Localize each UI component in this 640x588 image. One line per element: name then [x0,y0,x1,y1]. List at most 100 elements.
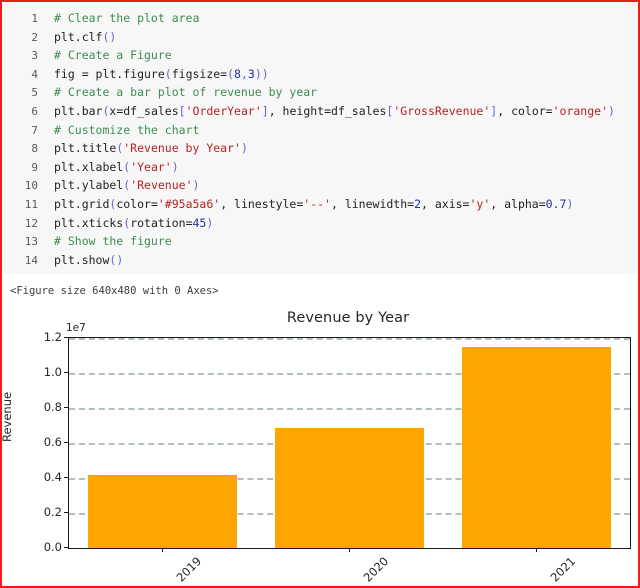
code-token-plain: plt.title [54,141,117,156]
code-token-str: 'y' [469,196,491,211]
y-axis-offset-label: 1e7 [66,322,86,334]
line-number: 6 [31,104,38,118]
code-line-text: # Show the figure [38,232,172,251]
code-token-comment: # Create a bar plot of revenue by year [54,85,318,100]
x-tick-label: 2019 [173,554,204,585]
code-line: 5 # Create a bar plot of revenue by year [4,83,638,102]
code-line: 8 plt.title('Revenue by Year') [4,139,638,158]
code-token-plain: x=df_sales [109,103,179,118]
code-lines-container: 1 # Clear the plot area 2 plt.clf() 3 # Creat… [4,9,638,269]
code-token-plain: plt.xticks [54,215,124,230]
code-token-plain: plt.bar [54,103,103,118]
code-line-text: plt.show() [38,251,123,270]
line-number: 10 [24,179,38,193]
code-line-text: plt.xticks(rotation=45) [38,214,213,233]
code-line-text: plt.title('Revenue by Year') [38,139,248,158]
code-token-punct: ) [192,178,200,193]
notebook-output-screenshot: 1 # Clear the plot area 2 plt.clf() 3 # Creat… [0,0,640,588]
code-token-comment: # Show the figure [54,234,172,249]
y-tick-mark [64,372,68,373]
line-number: 11 [24,197,38,211]
line-number: 1 [31,12,38,25]
y-tick-mark [64,337,68,338]
code-token-plain: , linestyle= [220,196,304,211]
code-line: 6 plt.bar(x=df_sales['OrderYear'], height… [4,102,638,121]
code-token-punct: ) [240,141,248,156]
code-token-punct: () [109,252,124,267]
y-tick-label: 0.0 [43,540,62,554]
bar [461,347,612,548]
line-number: 8 [31,142,38,156]
code-line: 4 fig = plt.figure(figsize=(8,3)) [4,65,638,84]
code-token-punct: [ [178,103,186,118]
stdout-text: <Figure size 640x480 with 0 Axes> [10,285,219,297]
line-number: 3 [31,49,38,63]
line-number: 5 [31,86,38,100]
code-line: 7 # Customize the chart [4,121,638,140]
y-axis-label: Revenue [0,391,14,442]
x-tick-mark [535,548,537,552]
code-token-plain: , axis= [421,196,470,211]
code-token-plain: plt.xlabel [54,159,124,174]
code-token-punct: ) [206,215,214,230]
y-tick-label: 0.8 [43,400,62,414]
bar [274,427,425,548]
y-tick-mark [64,442,68,443]
plot-area [68,337,631,549]
code-line: 11 plt.grid(color='#95a5a6', linestyle='-… [4,195,638,214]
gridline [69,338,630,340]
code-token-num: 0.7 [545,196,567,211]
code-token-plain: plt.show [54,252,110,267]
code-line-text: # Customize the chart [38,121,199,140]
code-cell[interactable]: 1 # Clear the plot area 2 plt.clf() 3 # Creat… [4,2,638,274]
y-tick-label: 0.2 [43,505,62,519]
code-token-punct: ( [227,66,235,81]
code-token-punct: , [240,66,248,81]
x-tick-mark [348,548,350,552]
code-token-plain: figsize= [171,66,228,81]
line-number: 2 [31,30,38,44]
code-line: 10 plt.ylabel('Revenue') [4,176,638,195]
code-line-text: fig = plt.figure(figsize=(8,3)) [38,65,269,84]
code-token-comment: # Create a Figure [54,48,172,63]
code-line: 3 # Create a Figure [4,46,638,65]
y-tick-label: 0.6 [43,435,62,449]
code-line-text: plt.grid(color='#95a5a6', linestyle='--'… [38,195,573,214]
code-token-plain: , alpha= [490,196,546,211]
code-token-punct: ) [608,103,615,118]
code-token-punct: ) [566,196,574,211]
code-token-str: 'Revenue' [130,178,193,193]
matplotlib-figure: Revenue by Year 1e7 Revenue 0.0 0.2 0.4 0.6… [2,302,638,586]
code-token-str: 'orange' [552,103,608,118]
code-token-plain: fig = plt.figure [54,66,165,81]
y-tick-label: 1.0 [43,365,62,379]
code-token-str: 'Revenue by Year' [123,141,241,156]
code-token-str: 'Year' [130,159,172,174]
code-token-punct: ) [171,159,179,174]
code-token-plain: , color= [497,103,553,118]
code-token-plain: plt.clf [54,29,103,44]
x-tick-label: 2021 [547,554,578,585]
code-line: 9 plt.xlabel('Year') [4,158,638,177]
line-number: 12 [24,216,38,230]
line-number: 4 [31,67,38,81]
code-token-str: '#95a5a6' [157,196,221,211]
code-token-punct: () [102,29,117,44]
code-line-text: plt.xlabel('Year') [38,158,179,177]
code-line-text: plt.bar(x=df_sales['OrderYear'], height=… [38,102,615,121]
code-line-text: plt.ylabel('Revenue') [38,176,199,195]
code-line: 13 # Show the figure [4,232,638,251]
code-token-str: 'OrderYear' [185,103,262,118]
code-token-punct: )) [254,66,269,81]
code-token-plain: , linewidth= [330,196,415,211]
code-token-plain: color= [116,196,158,211]
code-line: 2 plt.clf() [4,28,638,47]
plot-inner [69,338,630,548]
code-token-plain: plt.grid [54,196,110,211]
y-tick-label: 0.4 [43,470,62,484]
code-token-str: 'GrossRevenue' [393,103,491,118]
line-number: 7 [31,123,38,137]
code-line: 1 # Clear the plot area [4,9,638,28]
code-line: 12 plt.xticks(rotation=45) [4,214,638,233]
y-tick-label: 1.2 [43,330,62,344]
